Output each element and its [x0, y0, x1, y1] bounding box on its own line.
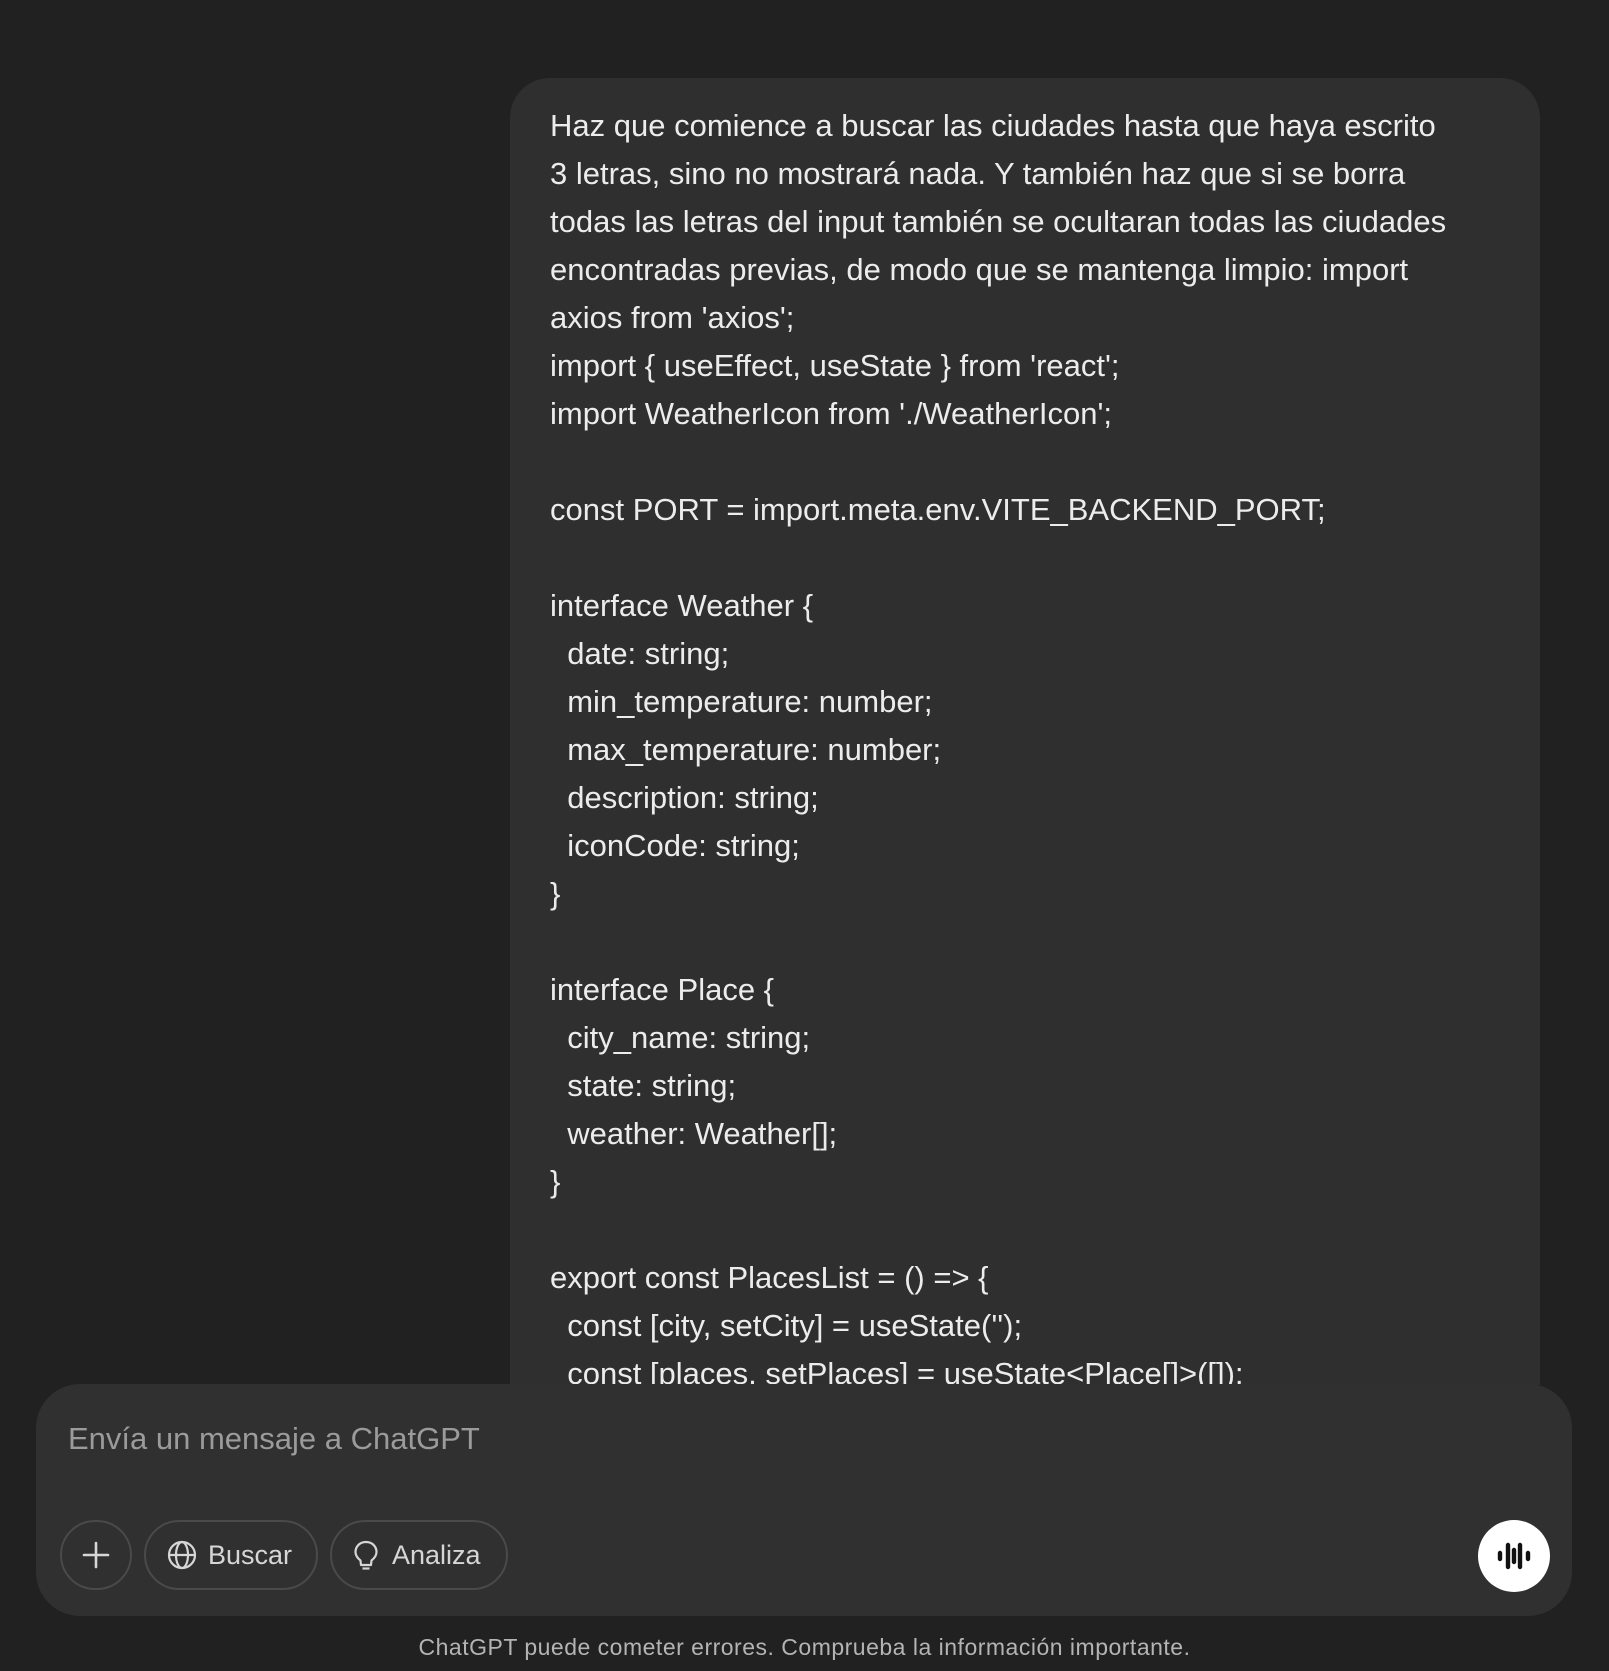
chat-page: Haz que comience a buscar las ciudades h…: [0, 0, 1609, 1671]
voice-waveform-icon: [1494, 1536, 1534, 1576]
message-line: max_temperature: number;: [550, 732, 942, 767]
message-line: weather: Weather[];: [550, 1116, 838, 1151]
message-line: min_temperature: number;: [550, 684, 933, 719]
voice-mode-button[interactable]: [1478, 1520, 1550, 1592]
message-line: const PORT = import.meta.env.VITE_BACKEN…: [550, 492, 1326, 527]
message-line: const [places, setPlaces] = useState<Pla…: [550, 1356, 1244, 1385]
search-button-label: Buscar: [208, 1539, 293, 1570]
message-line: encontradas previas, de modo que se mant…: [550, 252, 1409, 287]
message-line: axios from 'axios';: [550, 300, 795, 335]
message-line: city_name: string;: [550, 1020, 811, 1055]
message-line: Haz que comience a buscar las ciudades h…: [550, 108, 1436, 143]
message-line: }: [550, 1164, 561, 1199]
message-line: todas las letras del input también se oc…: [550, 204, 1447, 239]
message-input[interactable]: [68, 1414, 1468, 1464]
message-line: const [city, setCity] = useState('');: [550, 1308, 1023, 1343]
message-line: date: string;: [550, 636, 730, 671]
message-line: interface Place {: [550, 972, 775, 1007]
message-line: 3 letras, sino no mostrará nada. Y tambi…: [550, 156, 1406, 191]
message-line: import { useEffect, useState } from 'rea…: [550, 348, 1120, 383]
globe-icon: [166, 1539, 198, 1571]
message-line: export const PlacesList = () => {: [550, 1260, 989, 1295]
analyze-button-label: Analiza: [392, 1539, 481, 1570]
add-attachment-button[interactable]: [60, 1520, 132, 1590]
lightbulb-icon: [350, 1539, 382, 1571]
user-message-bubble: Haz que comience a buscar las ciudades h…: [510, 78, 1540, 1385]
disclaimer-text: ChatGPT puede cometer errores. Comprueba…: [418, 1634, 1191, 1660]
analyze-button[interactable]: Analiza: [330, 1520, 508, 1590]
message-composer: Buscar Analiza: [36, 1384, 1572, 1616]
search-button[interactable]: Buscar: [144, 1520, 318, 1590]
message-line: state: string;: [550, 1068, 737, 1103]
conversation-area[interactable]: Haz que comience a buscar las ciudades h…: [0, 0, 1609, 1385]
message-line: }: [550, 876, 561, 911]
message-line: interface Weather {: [550, 588, 814, 623]
message-line: [550, 918, 1500, 966]
message-line: [550, 1206, 1500, 1254]
plus-icon: [80, 1539, 112, 1571]
message-line: import WeatherIcon from './WeatherIcon';: [550, 396, 1113, 431]
message-line: [550, 438, 1500, 486]
message-line: iconCode: string;: [550, 828, 800, 863]
message-line: description: string;: [550, 780, 819, 815]
message-line: [550, 534, 1500, 582]
